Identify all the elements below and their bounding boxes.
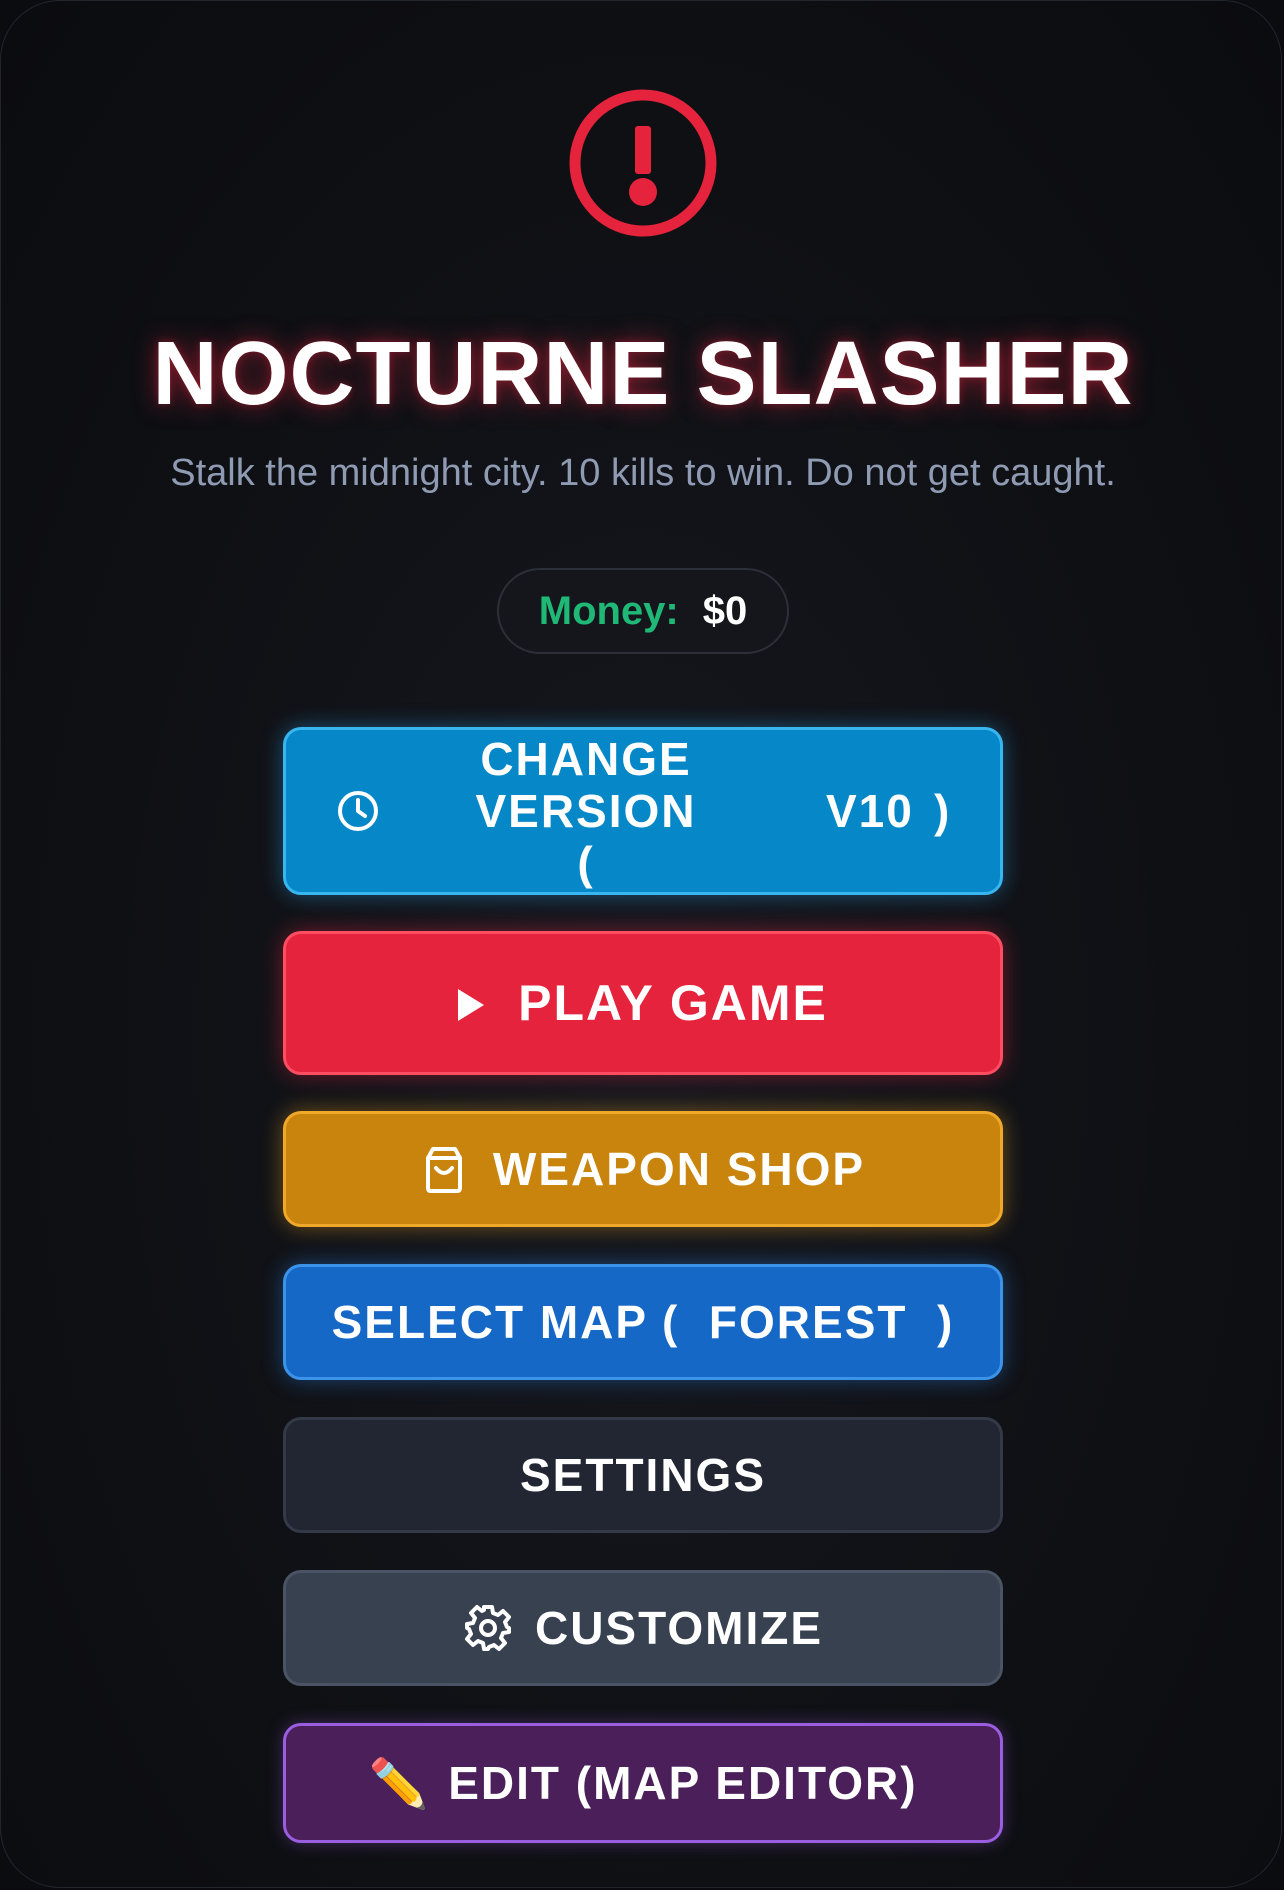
- money-display: Money: $0: [497, 568, 789, 654]
- money-value: $0: [702, 588, 748, 633]
- change-version-label: CHANGE VERSION (: [475, 733, 697, 889]
- map-editor-button[interactable]: ✏️ EDIT (MAP EDITOR): [283, 1723, 1003, 1843]
- main-menu-panel: NOCTURNE SLASHER Stalk the midnight city…: [0, 0, 1282, 1888]
- settings-button[interactable]: SETTINGS: [283, 1417, 1003, 1533]
- money-label: Money:: [538, 588, 679, 633]
- customize-button[interactable]: CUSTOMIZE: [283, 1570, 1003, 1686]
- map-editor-label: EDIT (MAP EDITOR): [448, 1757, 918, 1809]
- game-subtitle: Stalk the midnight city. 10 kills to win…: [170, 452, 1116, 494]
- play-game-button[interactable]: PLAY GAME: [283, 931, 1003, 1075]
- version-value: V10: [826, 785, 914, 837]
- customize-label: CUSTOMIZE: [534, 1602, 824, 1654]
- play-icon: [458, 989, 485, 1021]
- weapon-shop-button[interactable]: WEAPON SHOP: [283, 1111, 1003, 1227]
- settings-label: SETTINGS: [519, 1449, 767, 1501]
- clock-icon: [338, 791, 378, 831]
- change-version-button[interactable]: CHANGE VERSION ( V10 ): [283, 727, 1003, 895]
- select-map-button[interactable]: SELECT MAP ( FOREST ): [283, 1264, 1003, 1380]
- play-game-label: PLAY GAME: [518, 975, 828, 1031]
- version-close-paren: ): [934, 785, 952, 837]
- alert-circle-icon: [569, 89, 717, 237]
- weapon-shop-label: WEAPON SHOP: [492, 1143, 866, 1195]
- shopping-bag-icon: [425, 1147, 462, 1193]
- gear-icon: [464, 1605, 511, 1651]
- game-title: NOCTURNE SLASHER: [152, 324, 1134, 424]
- select-map-label: SELECT MAP ( FOREST ): [331, 1296, 955, 1348]
- pencil-icon: ✏️: [368, 1757, 431, 1811]
